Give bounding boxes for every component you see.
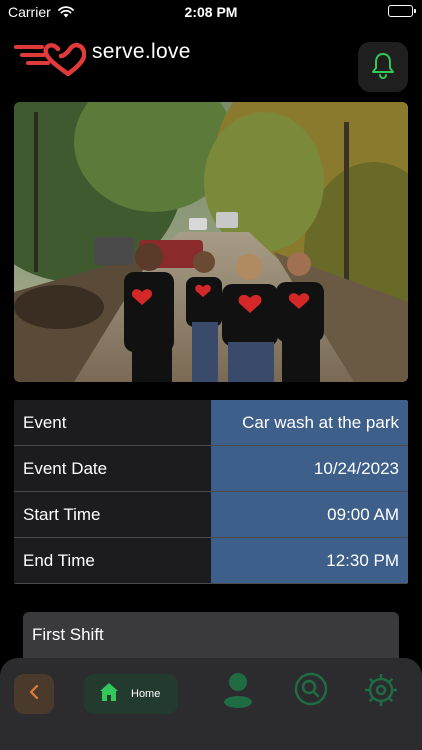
- battery-icon: [388, 5, 416, 17]
- heart-logo-icon: [14, 40, 87, 85]
- detail-value: 10/24/2023: [211, 446, 408, 491]
- notifications-button[interactable]: [358, 42, 408, 92]
- detail-label: Start Time: [14, 492, 211, 537]
- search-icon[interactable]: [294, 672, 328, 711]
- back-button[interactable]: [14, 674, 54, 714]
- detail-label: Event Date: [14, 446, 211, 491]
- detail-value: 12:30 PM: [211, 538, 408, 583]
- bell-icon: [370, 51, 396, 84]
- bottom-navigation: Home: [0, 658, 422, 750]
- nav-home-button[interactable]: Home: [84, 674, 178, 714]
- clock-time: 2:08 PM: [184, 4, 238, 20]
- settings-icon[interactable]: [363, 672, 399, 713]
- event-details-table: Event Car wash at the park Event Date 10…: [14, 400, 408, 584]
- shift-card-first-shift[interactable]: First Shift: [23, 612, 399, 658]
- detail-label: Event: [14, 400, 211, 445]
- status-bar: Carrier 2:08 PM: [0, 0, 422, 24]
- brand-name: serve.love: [92, 40, 191, 63]
- home-icon: [99, 682, 119, 707]
- detail-row-start-time: Start Time 09:00 AM: [14, 492, 408, 538]
- detail-row-event-date: Event Date 10/24/2023: [14, 446, 408, 492]
- detail-row-end-time: End Time 12:30 PM: [14, 538, 408, 584]
- detail-value: Car wash at the park: [211, 400, 408, 445]
- nav-home-label: Home: [131, 688, 161, 700]
- detail-label: End Time: [14, 538, 211, 583]
- detail-value: 09:00 AM: [211, 492, 408, 537]
- chevron-left-icon: [28, 684, 40, 705]
- profile-icon[interactable]: [222, 672, 254, 713]
- event-hero-image: [14, 102, 408, 382]
- detail-row-event: Event Car wash at the park: [14, 400, 408, 446]
